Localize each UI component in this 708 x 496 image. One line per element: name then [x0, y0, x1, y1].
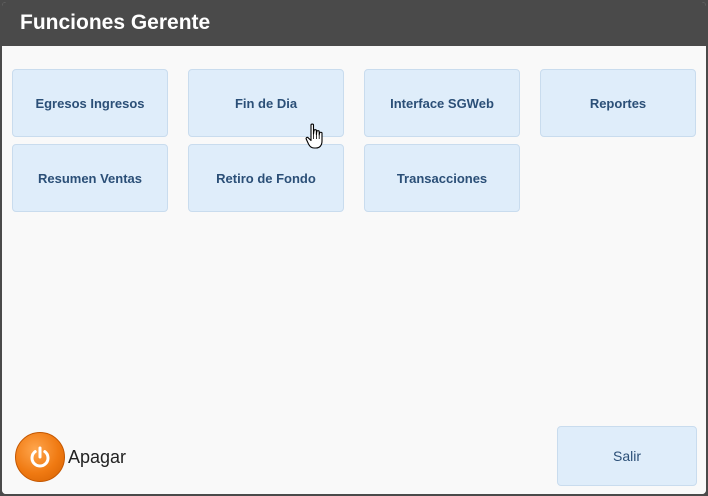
egresos-ingresos-button[interactable]: Egresos Ingresos: [12, 69, 168, 137]
exit-button[interactable]: Salir: [557, 426, 697, 486]
manager-functions-window: Funciones Gerente Egresos Ingresos Fin d…: [0, 0, 708, 496]
resumen-ventas-button[interactable]: Resumen Ventas: [12, 144, 168, 212]
fin-de-dia-button[interactable]: Fin de Dia: [188, 69, 344, 137]
title-bar: Funciones Gerente: [2, 2, 706, 46]
transacciones-label: Transacciones: [396, 170, 488, 186]
retiro-de-fondo-label: Retiro de Fondo: [216, 170, 316, 186]
power-icon[interactable]: [15, 432, 65, 482]
power-off-label[interactable]: Apagar: [68, 447, 126, 468]
reportes-label: Reportes: [589, 95, 647, 111]
exit-label: Salir: [612, 448, 641, 464]
power-off-button[interactable]: Apagar: [15, 432, 126, 482]
fin-de-dia-label: Fin de Dia: [234, 95, 298, 111]
egresos-ingresos-label: Egresos Ingresos: [35, 95, 145, 111]
interface-sgweb-button[interactable]: Interface SGWeb: [364, 69, 520, 137]
resumen-ventas-label: Resumen Ventas: [37, 170, 143, 186]
reportes-button[interactable]: Reportes: [540, 69, 696, 137]
window-title: Funciones Gerente: [20, 11, 211, 34]
transacciones-button[interactable]: Transacciones: [364, 144, 520, 212]
retiro-de-fondo-button[interactable]: Retiro de Fondo: [188, 144, 344, 212]
interface-sgweb-label: Interface SGWeb: [390, 95, 494, 111]
function-panel: Egresos Ingresos Fin de Dia Interface SG…: [2, 46, 706, 494]
